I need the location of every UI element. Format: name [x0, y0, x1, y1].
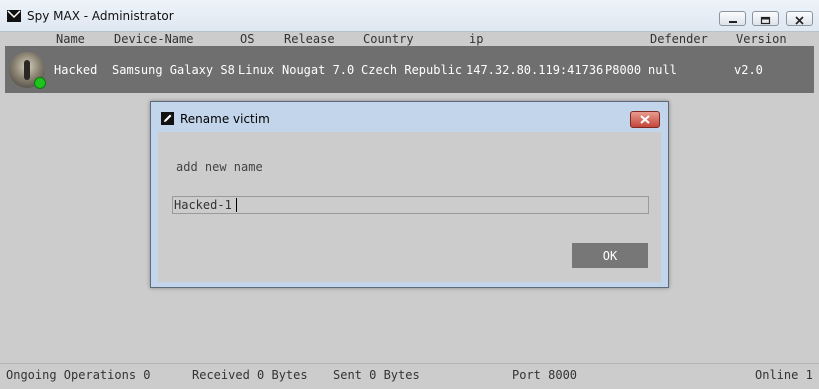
victim-version: v2.0: [734, 63, 763, 77]
maximize-button[interactable]: [752, 11, 779, 26]
dialog-close-button[interactable]: [630, 111, 660, 128]
column-header-os[interactable]: OS: [240, 32, 254, 46]
victim-defender: null: [648, 63, 677, 77]
new-name-label: add new name: [176, 160, 263, 174]
status-sent: Sent 0 Bytes: [333, 368, 420, 382]
status-bar: Ongoing Operations 0 Received 0 Bytes Se…: [0, 363, 819, 389]
victim-port: P8000: [605, 63, 642, 77]
dialog-body: add new name OK: [158, 132, 661, 282]
window-title: Spy MAX - Administrator: [27, 9, 174, 23]
victim-device: Samsung Galaxy S8: [112, 63, 235, 77]
status-online: Online 1: [755, 368, 813, 382]
minimize-icon: [729, 21, 737, 23]
column-header-defender[interactable]: Defender: [650, 32, 708, 46]
status-port: Port 8000: [512, 368, 578, 382]
envelope-logo-icon: [7, 10, 21, 22]
status-received: Received 0 Bytes: [192, 368, 308, 382]
new-name-input[interactable]: [172, 196, 649, 214]
rename-dialog: Rename victim add new name OK: [150, 101, 669, 288]
victim-os: Linux: [238, 63, 275, 77]
maximize-icon: [760, 16, 771, 25]
victim-row[interactable]: Hacked Samsung Galaxy S8 Linux Nougat 7.…: [5, 46, 814, 93]
ok-button[interactable]: OK: [572, 243, 648, 268]
dialog-title: Rename victim: [180, 112, 270, 126]
online-status-dot: [34, 77, 46, 89]
victim-country: Czech Republic: [361, 63, 463, 77]
close-button[interactable]: [786, 11, 813, 26]
pencil-icon: [161, 112, 174, 125]
column-header-name[interactable]: Name: [56, 32, 85, 46]
minimize-button[interactable]: [719, 11, 746, 26]
column-header-version[interactable]: Version: [736, 32, 787, 46]
column-header-release[interactable]: Release: [284, 32, 335, 46]
column-header-country[interactable]: Country: [363, 32, 414, 46]
column-header-device-name[interactable]: Device-Name: [114, 32, 193, 46]
title-bar: Spy MAX - Administrator: [0, 0, 819, 32]
victim-ip: 147.32.80.119:41736: [466, 63, 604, 77]
victim-release: Nougat 7.0: [282, 63, 355, 77]
victim-name: Hacked: [54, 63, 98, 77]
close-icon: [640, 115, 650, 124]
status-operations: Ongoing Operations 0: [6, 368, 151, 382]
close-icon: [795, 16, 804, 25]
text-caret: [236, 198, 237, 212]
column-header-ip[interactable]: ip: [469, 32, 483, 46]
